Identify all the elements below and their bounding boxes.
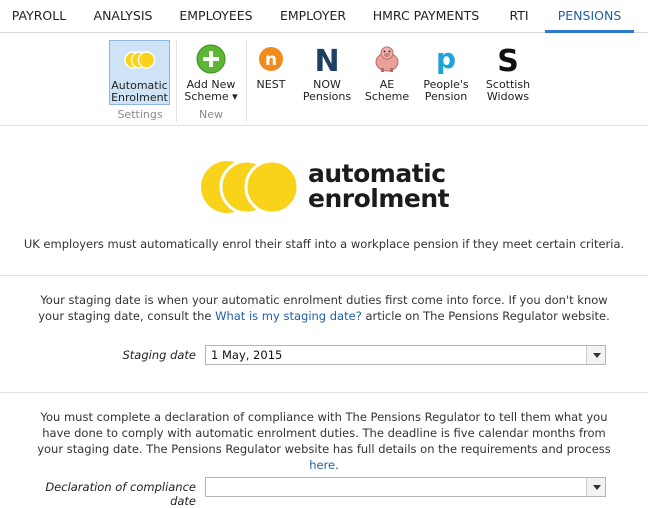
tab-rti[interactable]: RTI bbox=[496, 0, 542, 33]
now-pensions-glyph: N bbox=[314, 44, 339, 75]
staging-date-help-link[interactable]: What is my staging date? bbox=[215, 309, 362, 323]
intro-text: UK employers must automatically enrol th… bbox=[23, 237, 625, 251]
tab-pensions[interactable]: PENSIONS bbox=[545, 0, 634, 33]
tab-employees[interactable]: EMPLOYEES bbox=[168, 0, 264, 33]
automatic-enrolment-label-2: Enrolment bbox=[111, 91, 168, 104]
now-pensions-logo-icon: N bbox=[314, 44, 339, 75]
now-pensions-label-2: Pensions bbox=[302, 90, 352, 103]
staging-date-value: 1 May, 2015 bbox=[211, 348, 283, 362]
scottish-widows-logo-icon: S bbox=[497, 44, 519, 75]
staging-date-label: Staging date bbox=[122, 348, 196, 362]
nest-glyph: n bbox=[265, 50, 277, 70]
ribbon-group-new-label: New bbox=[199, 108, 223, 121]
staging-help-text-end: article on The Pensions Regulator websit… bbox=[361, 309, 610, 323]
staging-date-help: Your staging date is when your automatic… bbox=[30, 292, 618, 324]
peoples-pension-logo-icon: p bbox=[436, 43, 456, 75]
ae-scheme-label-2: Scheme bbox=[364, 90, 410, 103]
declaration-help: You must complete a declaration of compl… bbox=[30, 409, 618, 473]
now-pensions-button[interactable]: N NOW Pensions bbox=[298, 40, 356, 105]
tab-analysis[interactable]: ANALYSIS bbox=[80, 0, 166, 33]
tab-employer[interactable]: EMPLOYER bbox=[268, 0, 358, 33]
ribbon-group-settings-label: Settings bbox=[117, 108, 163, 121]
declaration-help-text: You must complete a declaration of compl… bbox=[37, 410, 611, 456]
logo-word-automatic: automatic bbox=[308, 159, 446, 188]
chevron-down-icon[interactable] bbox=[586, 478, 605, 496]
section-divider bbox=[0, 392, 648, 393]
tab-hmrc-payments[interactable]: HMRC PAYMENTS bbox=[360, 0, 492, 33]
declaration-help-link[interactable]: here bbox=[309, 458, 335, 472]
automatic-enrolment-panel: automatic enrolment UK employers must au… bbox=[0, 127, 648, 508]
scottish-widows-glyph: S bbox=[497, 44, 519, 75]
add-new-scheme-label-2: Scheme ▾ bbox=[184, 90, 238, 103]
declaration-help-text-end: . bbox=[335, 458, 339, 472]
chevron-down-icon[interactable] bbox=[586, 346, 605, 364]
section-divider bbox=[0, 275, 648, 276]
logo-circles-icon bbox=[201, 159, 300, 215]
staging-date-select[interactable]: 1 May, 2015 bbox=[205, 345, 606, 365]
add-new-scheme-button[interactable]: Add New Scheme ▾ bbox=[180, 40, 242, 105]
pensions-ribbon: Automatic Enrolment Add New Scheme ▾ n N… bbox=[0, 34, 648, 126]
main-tab-bar: PAYROLL ANALYSIS EMPLOYEES EMPLOYER HMRC… bbox=[0, 0, 648, 33]
scottish-widows-label-2: Widows bbox=[486, 90, 530, 103]
peoples-pension-glyph: p bbox=[436, 43, 456, 75]
ribbon-separator bbox=[246, 40, 247, 122]
declaration-date-select[interactable] bbox=[205, 477, 606, 497]
ribbon-separator bbox=[176, 40, 177, 122]
add-circle-icon bbox=[196, 44, 226, 74]
automatic-enrolment-logo: automatic enrolment bbox=[200, 157, 450, 217]
declaration-date-label: Declaration of compliance date bbox=[45, 480, 196, 508]
scottish-widows-button[interactable]: S Scottish Widows bbox=[480, 40, 536, 105]
nest-label: NEST bbox=[256, 78, 286, 91]
peoples-pension-label-2: Pension bbox=[424, 90, 468, 103]
automatic-enrolment-button[interactable]: Automatic Enrolment bbox=[109, 40, 170, 105]
nest-logo-icon: n bbox=[259, 47, 283, 71]
tab-payroll[interactable]: PAYROLL bbox=[0, 0, 78, 33]
peoples-pension-button[interactable]: p People's Pension bbox=[418, 40, 474, 105]
automatic-enrolment-icon bbox=[123, 51, 155, 69]
logo-wordmark: automatic enrolment bbox=[308, 159, 450, 213]
logo-word-enrolment: enrolment bbox=[308, 184, 450, 213]
nest-button[interactable]: n NEST bbox=[250, 40, 292, 105]
ae-scheme-button[interactable]: AE Scheme bbox=[362, 40, 412, 105]
piggy-bank-icon bbox=[375, 46, 399, 72]
